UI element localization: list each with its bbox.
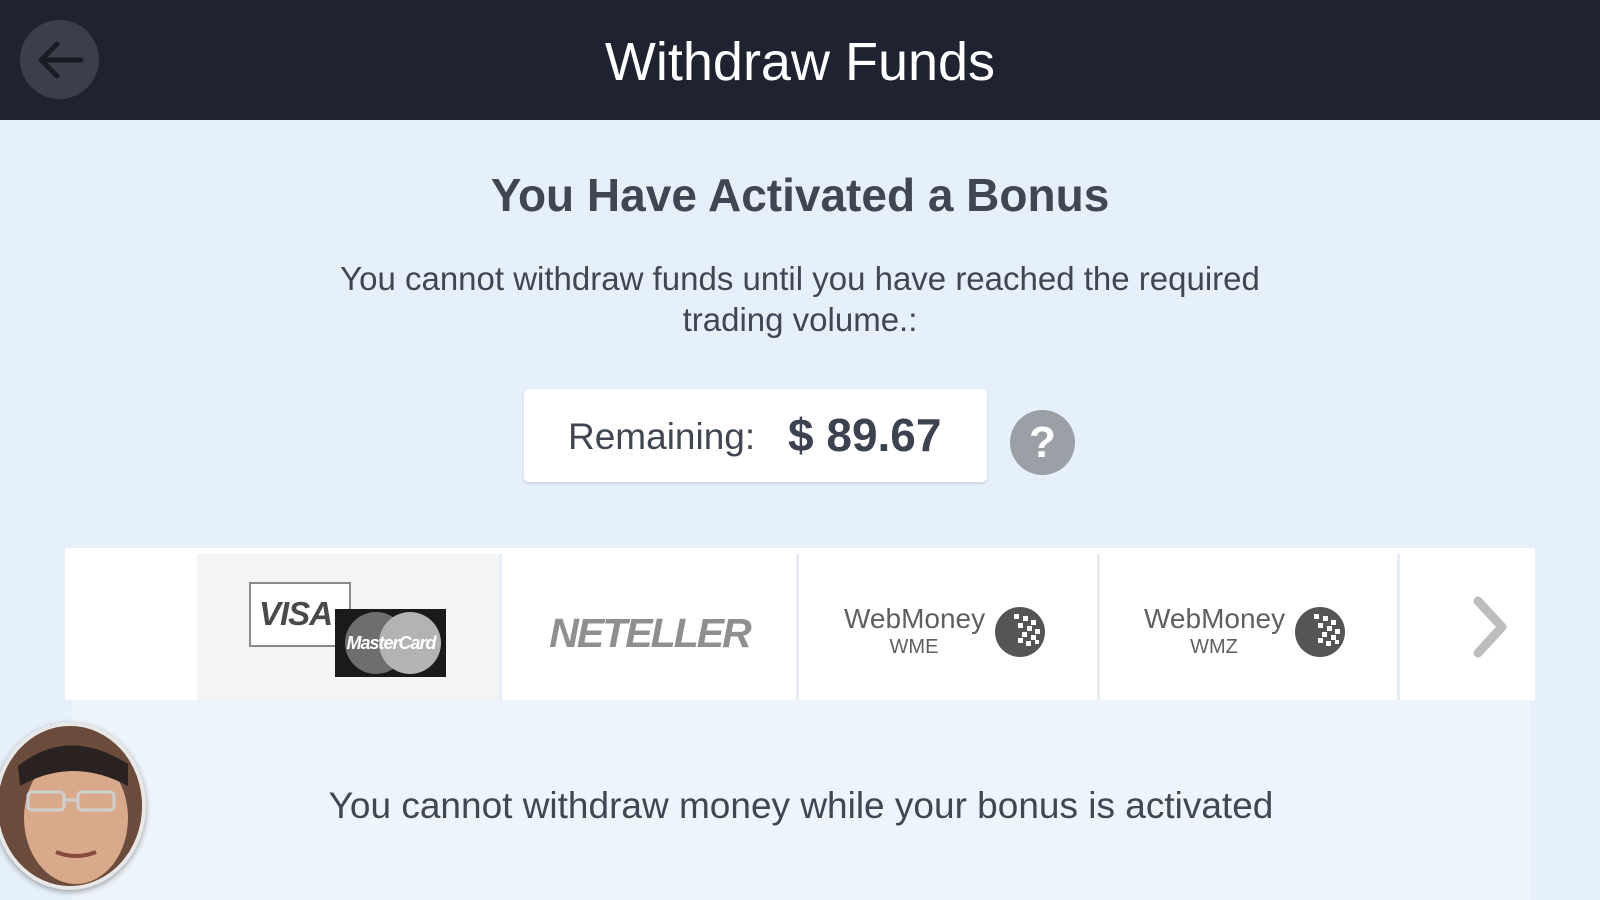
payment-method-neteller[interactable]: NETELLER (503, 554, 799, 700)
avatar (0, 722, 146, 890)
remaining-amount: $ 89.67 (788, 409, 942, 461)
withdraw-blocked-message: You cannot withdraw money while your bon… (328, 785, 1274, 826)
payment-method-webmoney-wme[interactable]: WebMoney WME (802, 554, 1100, 700)
payment-method-webmoney-wmz[interactable]: WebMoney WMZ (1102, 554, 1400, 700)
help-button[interactable]: ? (1010, 410, 1075, 475)
remaining-label: Remaining: (568, 416, 756, 457)
bonus-title: You Have Activated a Bonus (490, 169, 1110, 221)
neteller-logo: NETELLER (549, 610, 751, 656)
webmoney-logo-text: WebMoney (844, 603, 986, 634)
page-title: Withdraw Funds (604, 32, 996, 92)
next-methods-button[interactable] (1445, 554, 1535, 700)
avatar-image (0, 726, 142, 886)
visa-logo-text: VISA (259, 595, 333, 632)
webmoney-currency-code: WME (889, 636, 939, 658)
chevron-right-icon (1473, 596, 1507, 658)
mastercard-logo-text: MasterCard (346, 633, 436, 653)
webmoney-currency-code: WMZ (1190, 636, 1238, 658)
top-bar: Withdraw Funds (0, 0, 1600, 120)
remaining-volume-box: Remaining: $ 89.67 (524, 389, 987, 482)
webmoney-globe-icon (995, 607, 1045, 657)
mastercard-logo: MasterCard (335, 609, 446, 677)
webmoney-logo-text: WebMoney (1144, 603, 1286, 634)
payment-method-visa-mastercard[interactable]: VISA MasterCard (197, 554, 502, 700)
bonus-description: You cannot withdraw funds until you have… (340, 260, 1260, 338)
withdraw-message-panel: You cannot withdraw money while your bon… (72, 700, 1530, 900)
payment-methods-carousel: VISA MasterCard NETELLER WebMoney WME We… (65, 548, 1535, 700)
webmoney-globe-icon (1295, 607, 1345, 657)
